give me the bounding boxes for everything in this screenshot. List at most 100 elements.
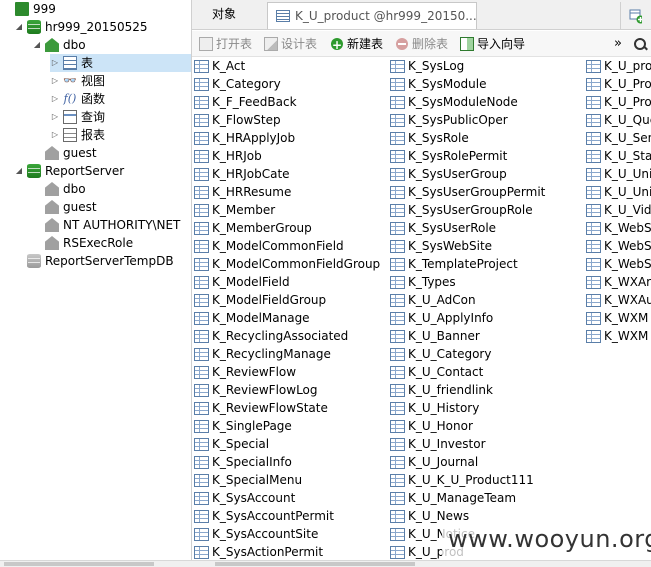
table-item[interactable]: K_F_FeedBack [194, 93, 297, 111]
table-item[interactable]: K_U_ManageTeam [390, 489, 516, 507]
table-item[interactable]: K_WebS [586, 237, 651, 255]
table-item[interactable]: K_ReviewFlowState [194, 399, 328, 417]
tree-node[interactable]: ◢ hr999_20150525 [14, 18, 148, 36]
table-item[interactable]: K_ModelCommonField [194, 237, 344, 255]
table-item[interactable]: K_MemberGroup [194, 219, 312, 237]
table-item[interactable]: K_U_Contact [390, 363, 483, 381]
new-tab-button[interactable] [620, 2, 650, 29]
tab-objects[interactable]: 对象 [204, 2, 266, 29]
expand-arrow-icon[interactable]: ▷ [50, 108, 60, 126]
table-item[interactable]: K_RecyclingManage [194, 345, 331, 363]
table-item[interactable]: K_SysUserRole [390, 219, 496, 237]
table-item[interactable]: K_SysModule [390, 75, 486, 93]
table-item[interactable]: K_U_Vid [586, 201, 651, 219]
table-item[interactable]: K_HRResume [194, 183, 291, 201]
tree-scrollbar-thumb[interactable] [4, 562, 154, 566]
table-item[interactable]: K_WebS [586, 255, 651, 273]
table-item[interactable]: K_ModelField [194, 273, 290, 291]
table-item[interactable]: K_Member [194, 201, 275, 219]
table-item[interactable]: K_SysUserGroupPermit [390, 183, 545, 201]
table-item[interactable]: K_SysUserGroupRole [390, 201, 533, 219]
table-item[interactable]: K_SysRolePermit [390, 147, 507, 165]
table-item[interactable]: K_U_Pro [586, 93, 651, 111]
table-item[interactable]: K_U_Journal [390, 453, 478, 471]
tree-node[interactable]: ▷ 查询 [50, 108, 105, 126]
table-item[interactable]: K_SysActionPermit [194, 543, 323, 560]
expand-arrow-icon[interactable]: ▷ [50, 90, 60, 108]
table-item[interactable]: K_SpecialMenu [194, 471, 302, 489]
table-item[interactable]: K_Special [194, 435, 269, 453]
table-item[interactable]: K_Act [194, 57, 245, 75]
tree-node[interactable]: ◢ ReportServer [14, 162, 124, 180]
table-item[interactable]: K_U_pro [586, 57, 651, 75]
table-item[interactable]: K_SinglePage [194, 417, 292, 435]
table-item[interactable]: K_U_Sen [586, 129, 651, 147]
table-item[interactable]: K_WXAu [586, 291, 651, 309]
table-item[interactable]: K_HRApplyJob [194, 129, 295, 147]
collapse-arrow-icon[interactable]: ◢ [14, 162, 24, 180]
table-item[interactable]: K_SysLog [390, 57, 464, 75]
table-item[interactable]: K_ModelCommonFieldGroup [194, 255, 380, 273]
table-item[interactable]: K_RecyclingAssociated [194, 327, 348, 345]
table-item[interactable]: K_U_Que [586, 111, 651, 129]
table-item[interactable]: K_SysUserGroup [390, 165, 507, 183]
table-item[interactable]: K_HRJob [194, 147, 262, 165]
open-table-button[interactable]: 打开表 [199, 34, 252, 54]
tree-node[interactable]: NT AUTHORITY\NET [32, 216, 180, 234]
tree-node[interactable]: guest [32, 198, 97, 216]
table-item[interactable]: K_ReviewFlowLog [194, 381, 318, 399]
table-item[interactable]: K_U_Pro [586, 75, 651, 93]
table-item[interactable]: K_TemplateProject [390, 255, 518, 273]
table-item[interactable]: K_ModelManage [194, 309, 310, 327]
table-item[interactable]: K_U_K_U_Product111 [390, 471, 534, 489]
navigation-tree[interactable]: 999 ◢ hr999_20150525 ◢ dbo ▷ 表 ▷ 👓 视图 ▷ f() 函数 ▷ 查询 ▷ 报表… [0, 0, 191, 567]
table-item[interactable]: K_SpecialInfo [194, 453, 292, 471]
new-table-button[interactable]: 新建表 [330, 34, 383, 55]
table-item[interactable]: K_U_History [390, 399, 479, 417]
tree-node[interactable]: RSExecRole [32, 234, 133, 252]
search-button[interactable] [633, 34, 650, 54]
table-item[interactable]: K_SysAccount [194, 489, 295, 507]
tree-node[interactable]: ◢ dbo [32, 36, 86, 54]
table-item[interactable]: K_WXM [586, 327, 648, 345]
collapse-arrow-icon[interactable]: ◢ [32, 36, 42, 54]
table-item[interactable]: K_U_Uni [586, 165, 651, 183]
more-tools-button[interactable]: » [614, 34, 622, 54]
tree-node[interactable]: ReportServerTempDB [14, 252, 174, 270]
tree-node[interactable]: dbo [32, 180, 86, 198]
expand-arrow-icon[interactable]: ▷ [50, 54, 60, 72]
table-item[interactable]: K_ModelFieldGroup [194, 291, 326, 309]
tree-node[interactable]: ▷ 表 [50, 54, 191, 72]
table-item[interactable]: K_ReviewFlow [194, 363, 296, 381]
tree-node[interactable]: ▷ f() 函数 [50, 90, 105, 108]
table-item[interactable]: K_U_Investor [390, 435, 486, 453]
table-item[interactable]: K_U_Category [390, 345, 491, 363]
list-scrollbar-thumb[interactable] [215, 562, 415, 566]
tree-node[interactable]: ▷ 👓 视图 [50, 72, 105, 90]
table-item[interactable]: K_WXM [586, 309, 648, 327]
delete-table-button[interactable]: 删除表 [395, 34, 448, 54]
tree-node[interactable]: 999 [2, 0, 56, 18]
expand-arrow-icon[interactable]: ▷ [50, 126, 60, 144]
table-item[interactable]: K_Category [194, 75, 281, 93]
tab-k-u-product[interactable]: K_U_product @hr999_20150... [267, 2, 477, 29]
table-item[interactable]: K_U_friendlink [390, 381, 493, 399]
horizontal-scrollbar[interactable] [0, 560, 651, 567]
table-item[interactable]: K_SysWebSite [390, 237, 492, 255]
table-item[interactable]: K_U_Stat [586, 147, 651, 165]
collapse-arrow-icon[interactable]: ◢ [14, 18, 24, 36]
import-wizard-button[interactable]: 导入向导 [460, 34, 525, 54]
table-item[interactable]: K_SysAccountSite [194, 525, 318, 543]
table-item[interactable]: K_U_AdCon [390, 291, 476, 309]
table-item[interactable]: K_WebS [586, 219, 651, 237]
table-item[interactable]: K_SysPublicOper [390, 111, 508, 129]
table-item[interactable]: K_U_Honor [390, 417, 473, 435]
table-item[interactable]: K_SysAccountPermit [194, 507, 334, 525]
table-item[interactable]: K_HRJobCate [194, 165, 290, 183]
expand-arrow-icon[interactable]: ▷ [50, 72, 60, 90]
table-item[interactable]: K_U_ApplyInfo [390, 309, 493, 327]
table-item[interactable]: K_WXAr [586, 273, 651, 291]
table-item[interactable]: K_SysModuleNode [390, 93, 518, 111]
table-item[interactable]: K_U_Banner [390, 327, 480, 345]
table-item[interactable]: K_SysRole [390, 129, 469, 147]
